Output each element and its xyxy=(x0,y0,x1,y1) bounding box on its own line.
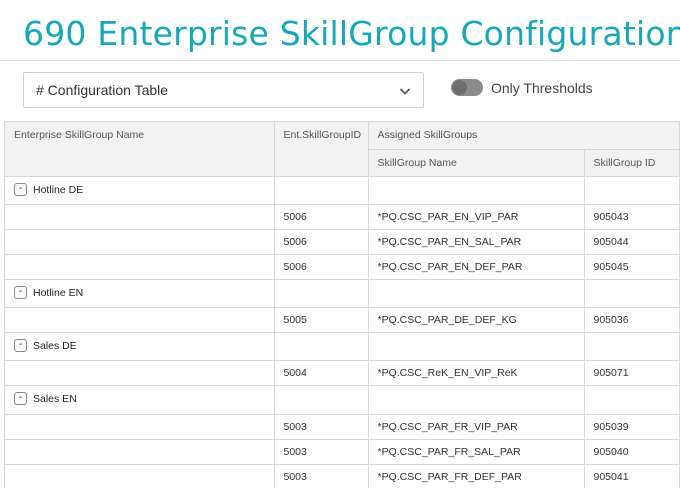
empty-cell xyxy=(5,439,275,465)
toggle-knob xyxy=(452,80,467,95)
empty-cell xyxy=(584,279,680,309)
skillgroup-name-cell: *PQ.CSC_PAR_DE_DEF_KG xyxy=(368,307,585,334)
header-ent-id[interactable]: Ent.SkillGroupID xyxy=(274,122,369,177)
title-divider xyxy=(0,60,680,61)
group-name: Sales DE xyxy=(33,340,77,353)
empty-cell xyxy=(5,360,275,387)
table-row[interactable]: 5006 *PQ.CSC_PAR_EN_DEF_PAR 905045 xyxy=(5,254,680,280)
skillgroup-name-cell: *PQ.CSC_ReK_EN_VIP_ReK xyxy=(368,360,585,387)
group-row: - Sales EN xyxy=(5,385,680,415)
chevron-down-icon xyxy=(399,88,411,95)
empty-cell xyxy=(5,204,275,230)
empty-cell xyxy=(584,176,680,205)
ent-id-cell: 5004 xyxy=(274,360,369,387)
ent-id-cell: 5006 xyxy=(274,204,369,230)
empty-cell xyxy=(5,229,275,255)
view-select-dropdown[interactable]: # Configuration Table xyxy=(23,72,424,108)
table-body: - Hotline DE 5006 *PQ.CSC_PAR_EN_VIP_PAR 905… xyxy=(5,176,680,488)
empty-cell xyxy=(274,279,369,309)
empty-cell xyxy=(584,332,680,362)
skillgroup-id-cell: 905044 xyxy=(584,229,680,255)
empty-cell xyxy=(5,307,275,334)
skillgroup-id-cell: 905040 xyxy=(584,439,680,465)
table-row[interactable]: 5003 *PQ.CSC_PAR_FR_SAL_PAR 905040 xyxy=(5,439,680,465)
empty-cell xyxy=(584,385,680,415)
collapse-button[interactable]: - xyxy=(14,392,27,406)
skillgroup-name-cell: *PQ.CSC_PAR_FR_VIP_PAR xyxy=(368,414,585,440)
empty-cell xyxy=(368,176,585,205)
skillgroup-id-cell: 905041 xyxy=(584,464,680,488)
group-name-cell: - Sales DE xyxy=(5,332,275,362)
empty-cell xyxy=(274,176,369,205)
collapse-button[interactable]: - xyxy=(14,285,27,299)
skillgroup-name-cell: *PQ.CSC_PAR_FR_SAL_PAR xyxy=(368,439,585,465)
page-title: 690 Enterprise SkillGroup Configuration xyxy=(23,14,680,53)
empty-cell xyxy=(368,385,585,415)
empty-cell xyxy=(5,414,275,440)
header-assigned-skillgroups: Assigned SkillGroups xyxy=(368,122,680,150)
only-thresholds-toggle[interactable]: Only Thresholds xyxy=(451,79,593,96)
group-name: Hotline DE xyxy=(33,183,84,196)
group-name-cell: - Hotline DE xyxy=(5,176,275,205)
table-row[interactable]: 5004 *PQ.CSC_ReK_EN_VIP_ReK 905071 xyxy=(5,360,680,387)
group-name-cell: - Hotline EN xyxy=(5,279,275,309)
table-row[interactable]: 5006 *PQ.CSC_PAR_EN_SAL_PAR 905044 xyxy=(5,229,680,255)
table-row[interactable]: 5006 *PQ.CSC_PAR_EN_VIP_PAR 905043 xyxy=(5,204,680,230)
table-row[interactable]: 5005 *PQ.CSC_PAR_DE_DEF_KG 905036 xyxy=(5,307,680,334)
ent-id-cell: 5003 xyxy=(274,464,369,488)
empty-cell xyxy=(5,254,275,280)
ent-id-cell: 5003 xyxy=(274,439,369,465)
collapse-button[interactable]: - xyxy=(14,182,27,196)
group-row: - Sales DE xyxy=(5,332,680,362)
table-row[interactable]: 5003 *PQ.CSC_PAR_FR_DEF_PAR 905041 xyxy=(5,464,680,488)
view-select-value: # Configuration Table xyxy=(36,82,169,98)
group-row: - Hotline EN xyxy=(5,279,680,309)
header-skillgroup-id[interactable]: SkillGroup ID xyxy=(584,149,680,177)
collapse-button[interactable]: - xyxy=(14,339,27,353)
skillgroup-name-cell: *PQ.CSC_PAR_FR_DEF_PAR xyxy=(368,464,585,488)
toggle-switch[interactable] xyxy=(451,79,483,96)
header-skillgroup-name[interactable]: SkillGroup Name xyxy=(368,149,585,177)
empty-cell xyxy=(274,385,369,415)
skillgroup-id-cell: 905039 xyxy=(584,414,680,440)
group-name-cell: - Sales EN xyxy=(5,385,275,415)
group-name: Hotline EN xyxy=(33,286,84,299)
group-row: - Hotline DE xyxy=(5,176,680,205)
skillgroup-name-cell: *PQ.CSC_PAR_EN_DEF_PAR xyxy=(368,254,585,280)
empty-cell xyxy=(5,464,275,488)
toggle-label: Only Thresholds xyxy=(491,79,593,96)
skillgroup-id-cell: 905036 xyxy=(584,307,680,334)
configuration-table: Enterprise SkillGroup Name Ent.SkillGrou… xyxy=(4,121,680,488)
ent-id-cell: 5006 xyxy=(274,229,369,255)
group-name: Sales EN xyxy=(33,393,77,406)
empty-cell xyxy=(274,332,369,362)
skillgroup-id-cell: 905043 xyxy=(584,204,680,230)
ent-id-cell: 5006 xyxy=(274,254,369,280)
skillgroup-name-cell: *PQ.CSC_PAR_EN_VIP_PAR xyxy=(368,204,585,230)
header-enterprise-name[interactable]: Enterprise SkillGroup Name xyxy=(5,122,275,177)
skillgroup-name-cell: *PQ.CSC_PAR_EN_SAL_PAR xyxy=(368,229,585,255)
ent-id-cell: 5003 xyxy=(274,414,369,440)
table-row[interactable]: 5003 *PQ.CSC_PAR_FR_VIP_PAR 905039 xyxy=(5,414,680,440)
skillgroup-id-cell: 905071 xyxy=(584,360,680,387)
ent-id-cell: 5005 xyxy=(274,307,369,334)
empty-cell xyxy=(368,332,585,362)
skillgroup-id-cell: 905045 xyxy=(584,254,680,280)
empty-cell xyxy=(368,279,585,309)
